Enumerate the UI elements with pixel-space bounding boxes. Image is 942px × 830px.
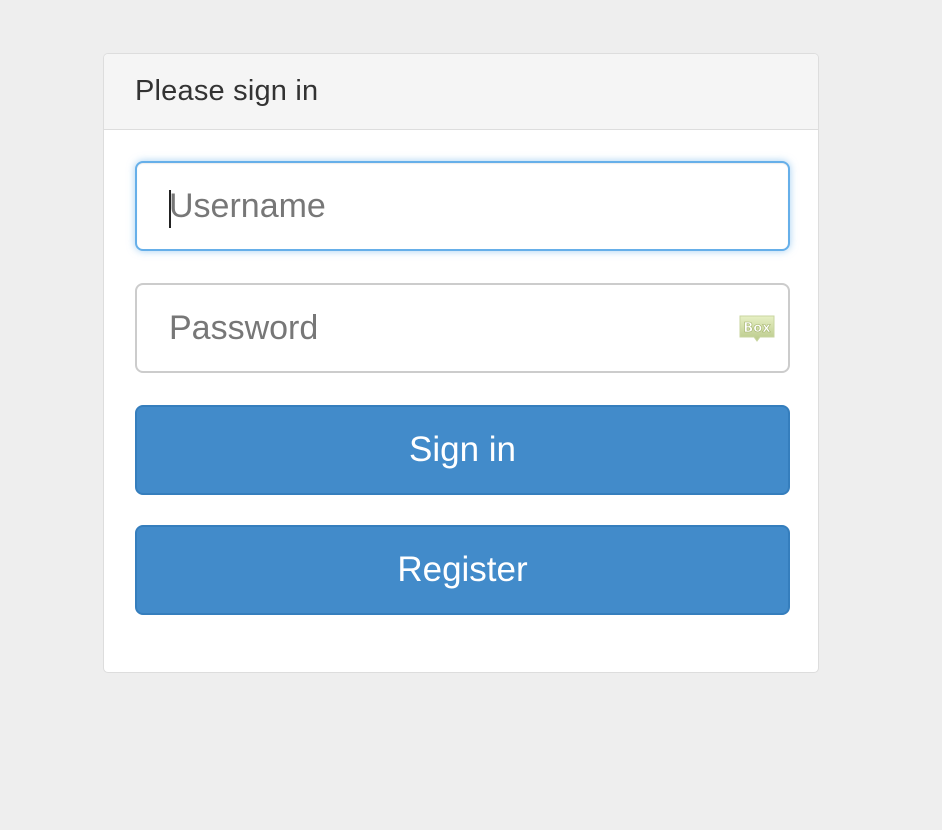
sign-in-button[interactable]: Sign in	[135, 405, 790, 495]
panel-title: Please sign in	[135, 75, 319, 107]
username-input[interactable]	[137, 163, 788, 249]
sign-in-panel: Please sign in Box	[103, 53, 819, 673]
username-field-wrapper	[135, 161, 790, 251]
password-field-wrapper: Box	[135, 283, 790, 373]
svg-text:Box: Box	[743, 321, 771, 336]
register-button[interactable]: Register	[135, 525, 790, 615]
text-caret	[169, 190, 171, 228]
panel-heading: Please sign in	[104, 54, 818, 130]
password-input[interactable]	[137, 285, 788, 371]
box-icon[interactable]: Box	[738, 313, 776, 343]
